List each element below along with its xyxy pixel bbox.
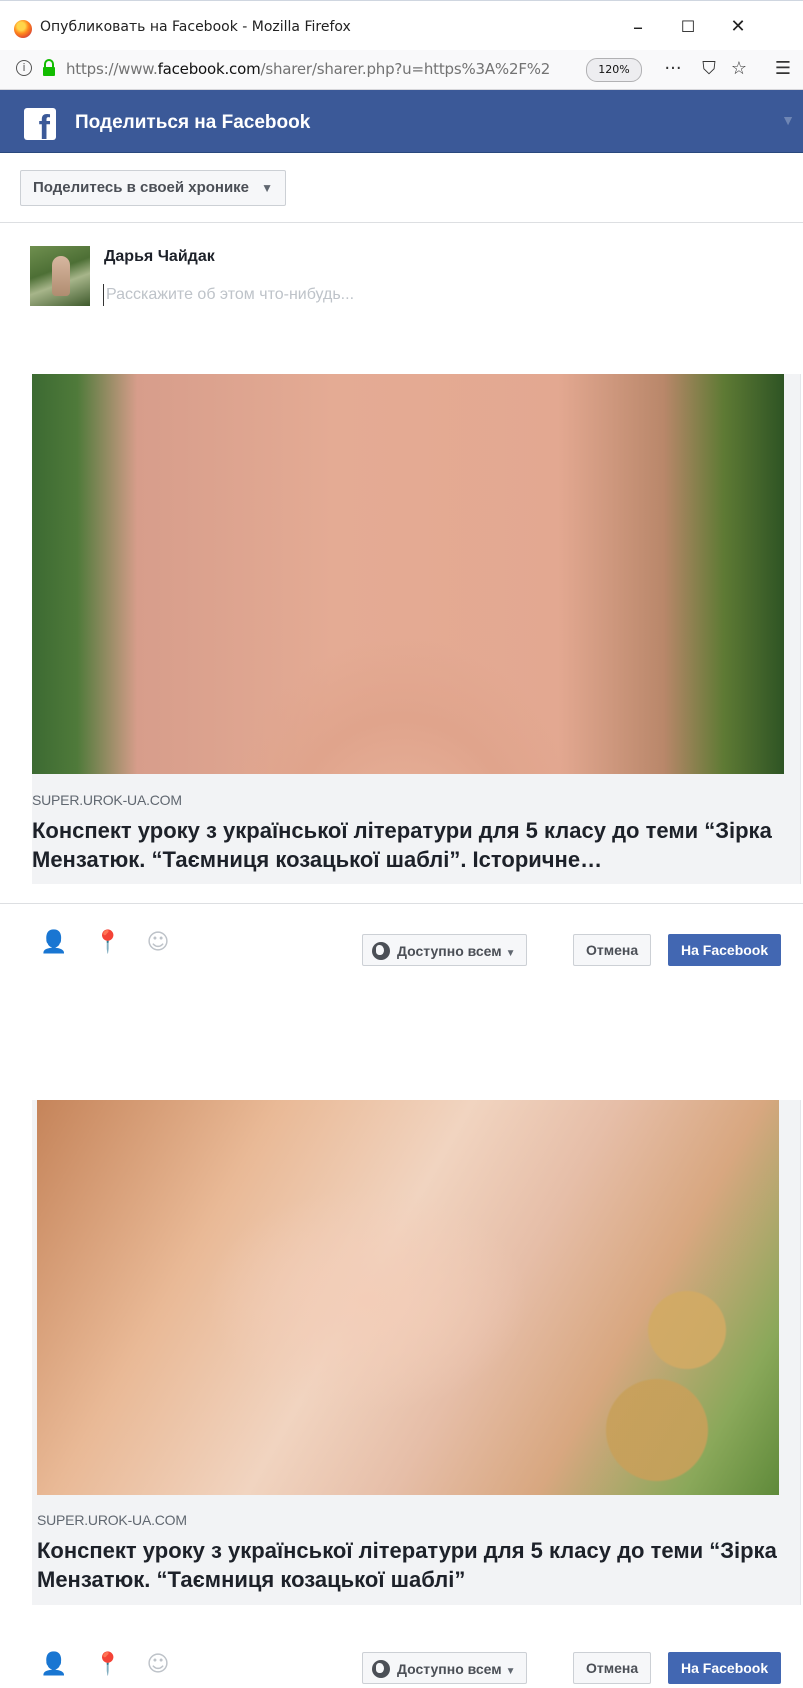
audience-label: Доступно всем: [397, 1661, 502, 1677]
chevron-down-icon: ▼: [781, 112, 795, 128]
avatar: [30, 246, 90, 306]
close-button[interactable]: ✕: [718, 11, 758, 43]
preview-title: Конспект уроку з української літератури …: [37, 1538, 777, 1592]
divider: [0, 903, 803, 904]
url-text[interactable]: https://www.facebook.com/sharer/sharer.p…: [66, 60, 550, 78]
preview-image: [32, 374, 784, 774]
preview-domain: SUPER.UROK-UA.COM: [37, 1512, 187, 1528]
tag-friends-icon[interactable]: 👤: [40, 930, 67, 956]
preview-title: Конспект уроку з української літератури …: [32, 818, 772, 872]
user-name: Дарья Чайдак: [104, 248, 215, 265]
lock-icon: [43, 59, 55, 76]
pocket-icon[interactable]: ⛉: [696, 56, 722, 82]
dialog-title: Поделиться на Facebook: [75, 112, 311, 133]
more-actions-icon[interactable]: ···: [660, 56, 686, 82]
facebook-logo-icon: f: [24, 108, 56, 145]
cancel-button[interactable]: Отмена: [573, 1652, 652, 1684]
info-icon[interactable]: i: [16, 60, 32, 76]
text-cursor: [103, 284, 104, 306]
minimize-button[interactable]: –: [618, 11, 658, 43]
facebook-header: f Поделиться на Facebook ▼: [0, 90, 803, 153]
link-preview-card[interactable]: SUPER.UROK-UA.COM Конспект уроку з украї…: [32, 374, 801, 884]
cancel-button[interactable]: Отмена: [573, 934, 652, 966]
audience-label: Доступно всем: [397, 943, 502, 959]
window-titlebar: Опубликовать на Facebook - Mozilla Firef…: [0, 0, 803, 50]
post-to-facebook-button[interactable]: На Facebook: [668, 1652, 782, 1684]
post-to-facebook-button[interactable]: На Facebook: [668, 934, 782, 966]
preview-domain: SUPER.UROK-UA.COM: [32, 792, 182, 808]
window-title: Опубликовать на Facebook - Mozilla Firef…: [40, 19, 351, 35]
firefox-icon: [14, 20, 32, 38]
maximize-button[interactable]: ☐: [668, 11, 708, 43]
share-target-label: Поделитесь в своей хронике: [33, 179, 250, 196]
globe-icon: [372, 1660, 390, 1678]
tag-friends-icon[interactable]: 👤: [40, 1652, 67, 1678]
audience-selector[interactable]: Доступно всем ▼: [362, 1652, 527, 1684]
address-bar[interactable]: i https://www.facebook.com/sharer/sharer…: [0, 50, 803, 90]
location-icon[interactable]: 📍: [94, 1652, 121, 1678]
preview-image: [37, 1100, 779, 1495]
audience-selector[interactable]: Доступно всем ▼: [362, 934, 527, 966]
hamburger-menu-icon[interactable]: ☰: [770, 56, 796, 82]
caret-down-icon: ▼: [505, 948, 516, 959]
globe-icon: [372, 942, 390, 960]
link-preview-card[interactable]: SUPER.UROK-UA.COM Конспект уроку з украї…: [32, 1100, 801, 1605]
share-target-dropdown[interactable]: Поделитесь в своей хронике ▼: [20, 170, 287, 206]
divider: [0, 222, 803, 223]
bookmark-star-icon[interactable]: ☆: [726, 56, 752, 82]
location-icon[interactable]: 📍: [94, 930, 121, 956]
caret-down-icon: ▼: [261, 181, 274, 195]
feeling-icon[interactable]: ☺: [145, 930, 171, 956]
caret-down-icon: ▼: [505, 1666, 516, 1677]
post-text-input[interactable]: Расскажите об этом что-нибудь...: [106, 286, 354, 304]
zoom-level[interactable]: 120%: [586, 58, 642, 82]
feeling-icon[interactable]: ☺: [145, 1652, 171, 1678]
